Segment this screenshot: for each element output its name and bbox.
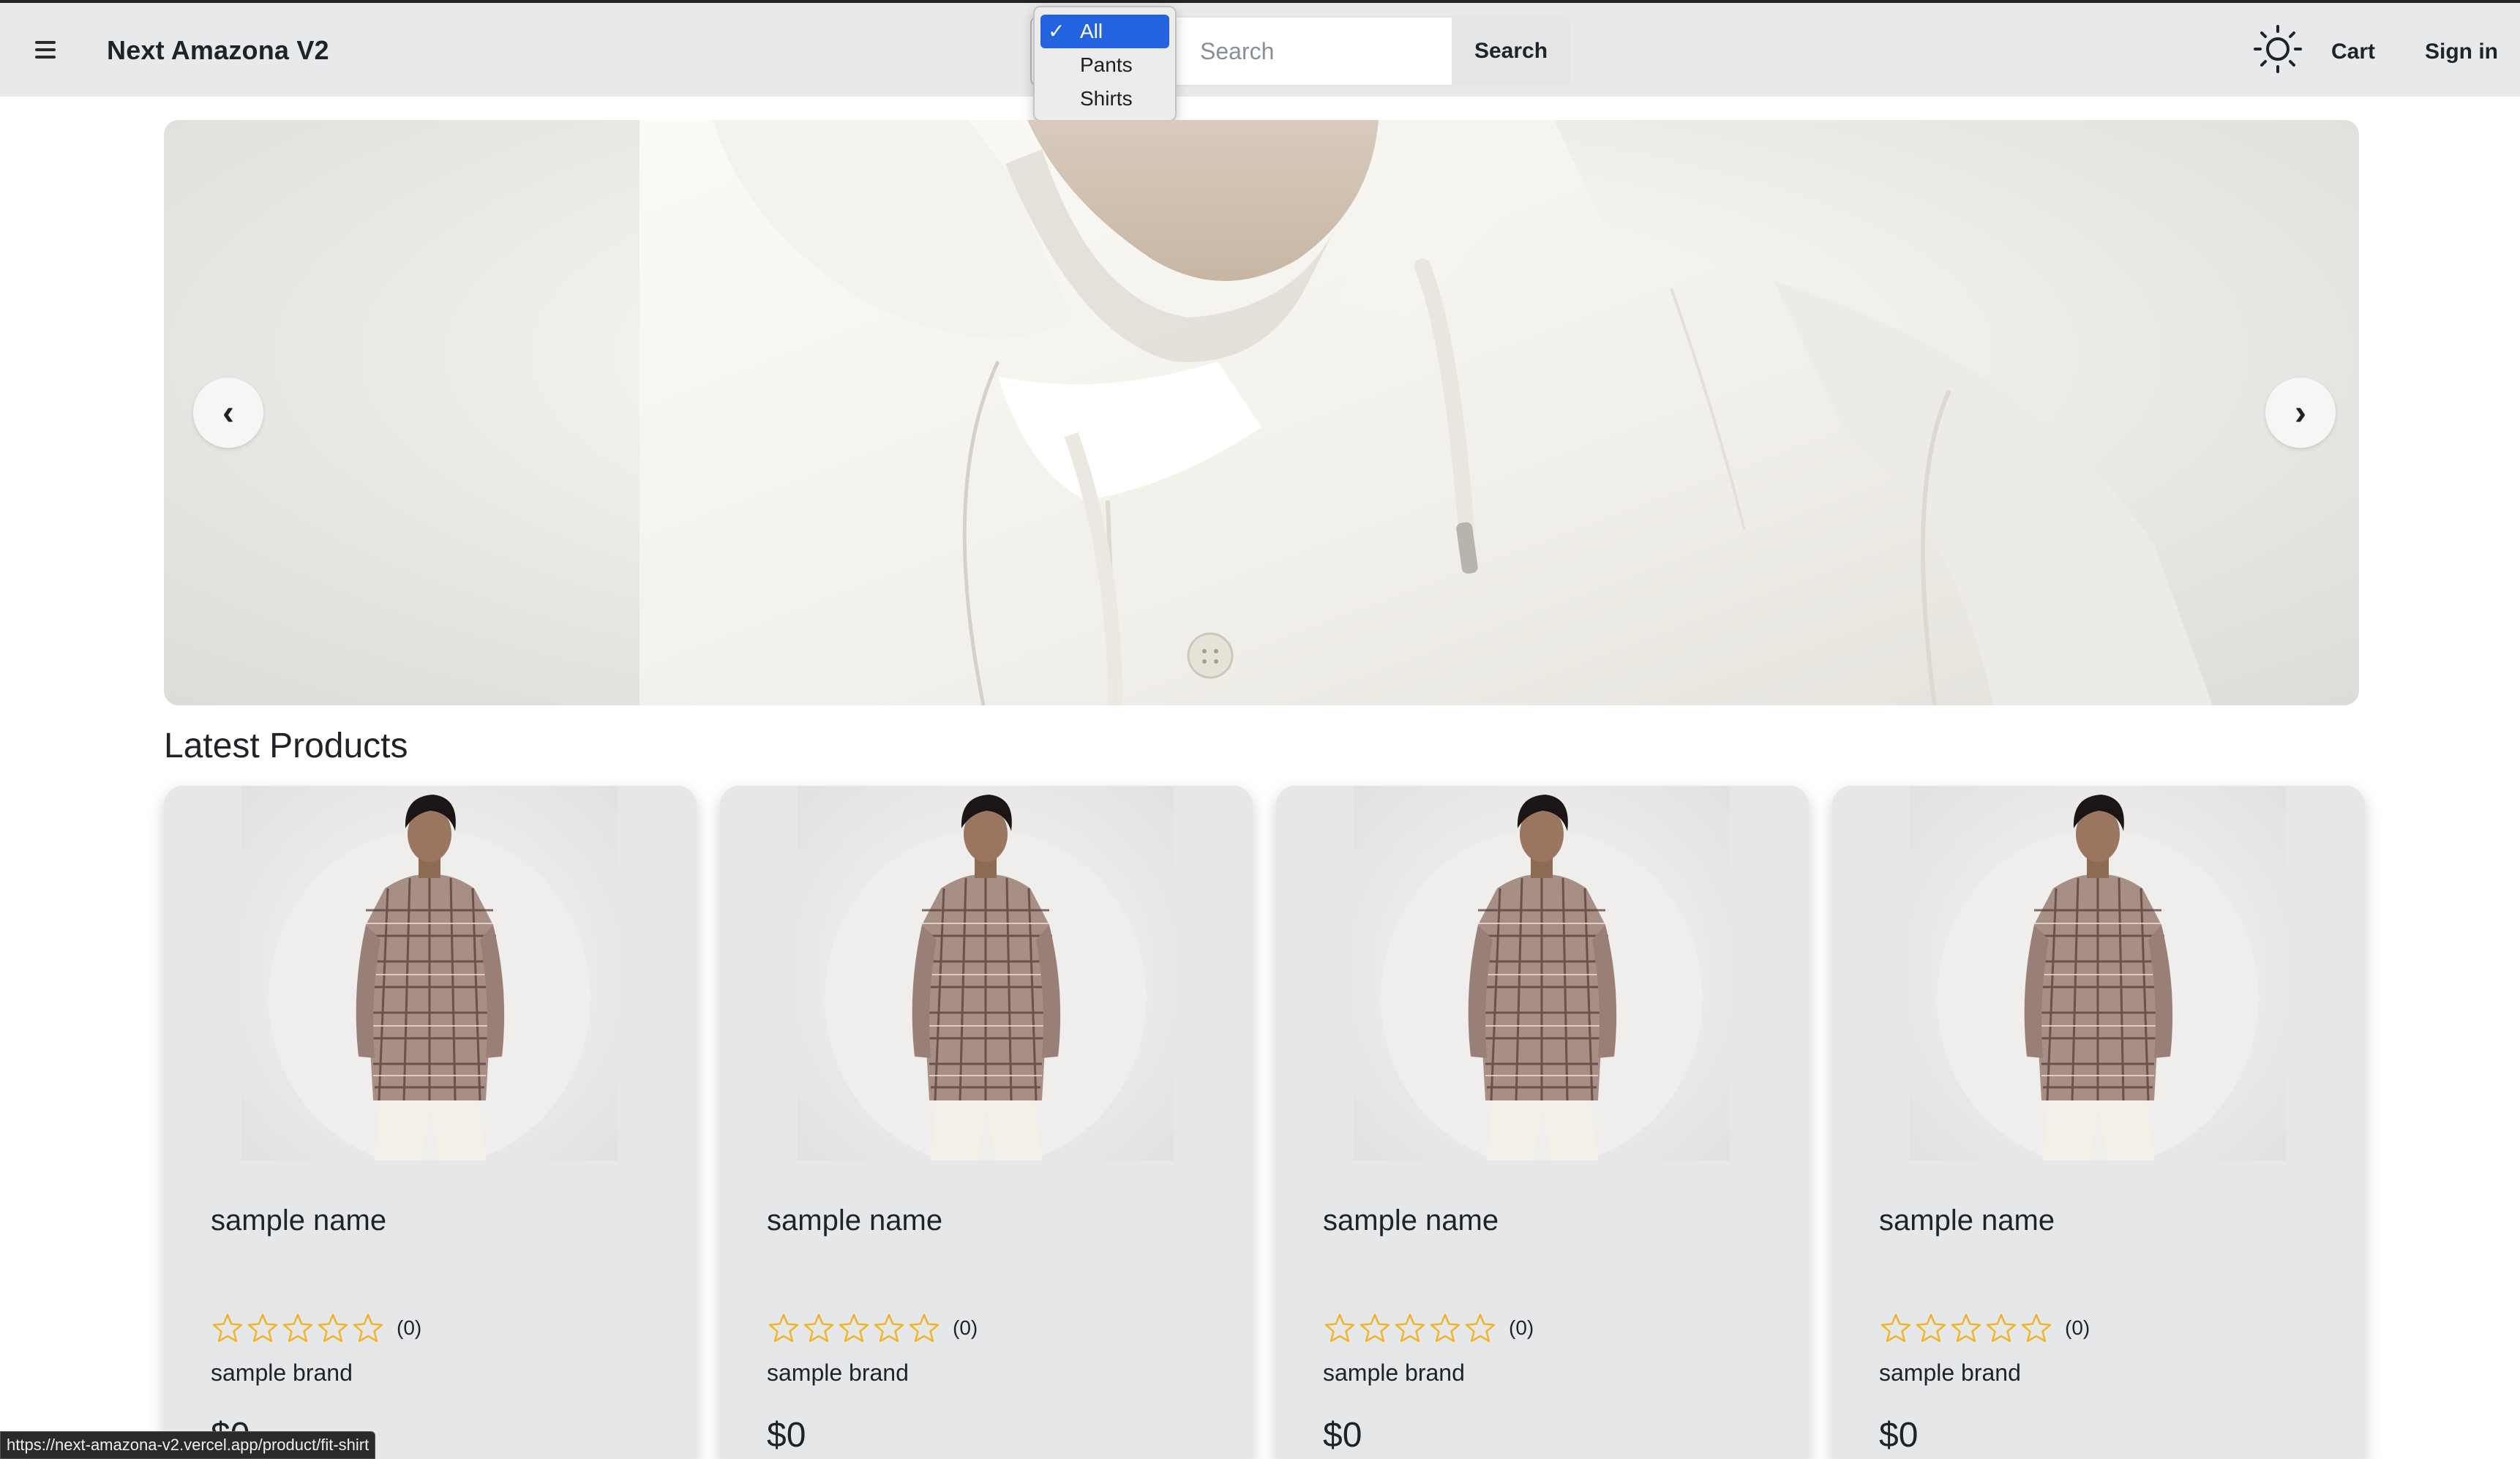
star-icon xyxy=(1951,1313,1981,1343)
product-price: $0 xyxy=(767,1416,806,1455)
star-icon xyxy=(212,1313,243,1343)
star-icon xyxy=(803,1313,834,1343)
star-icon xyxy=(247,1313,278,1343)
carousel-next-button[interactable]: › xyxy=(2265,378,2336,448)
product-rating: (0) xyxy=(211,1311,421,1345)
product-brand: sample brand xyxy=(211,1359,353,1386)
star-icon xyxy=(839,1313,869,1343)
star-icon xyxy=(2021,1313,2052,1343)
product-name[interactable]: sample name xyxy=(1323,1204,1499,1237)
product-card[interactable]: sample name (0) sample brand $0 xyxy=(1276,786,1809,1459)
rating-count: (0) xyxy=(397,1316,422,1339)
star-icon xyxy=(1916,1313,1946,1343)
star-icon xyxy=(1986,1313,2017,1343)
navbar: Next Amazona V2 Search Cart Sign in xyxy=(0,0,2520,97)
hero-image xyxy=(640,120,2213,705)
checkmark-icon: ✓ xyxy=(1048,20,1065,42)
star-icon xyxy=(318,1313,348,1343)
star-icon xyxy=(874,1313,904,1343)
star-icon xyxy=(1880,1313,1911,1343)
sun-icon[interactable] xyxy=(2252,23,2303,75)
product-name[interactable]: sample name xyxy=(1879,1204,2055,1237)
product-rating: (0) xyxy=(767,1311,978,1345)
product-brand: sample brand xyxy=(1879,1359,2021,1386)
hamburger-menu-icon[interactable] xyxy=(32,38,61,61)
product-rating: (0) xyxy=(1323,1311,1534,1345)
product-brand: sample brand xyxy=(1323,1359,1465,1386)
status-bar-url: https://next-amazona-v2.vercel.app/produ… xyxy=(0,1431,376,1459)
category-option-shirts[interactable]: Shirts xyxy=(1040,82,1169,116)
product-card[interactable]: sample name (0) sample brand $0 xyxy=(1832,786,2365,1459)
search-input[interactable] xyxy=(1177,16,1452,86)
category-option-label: All xyxy=(1080,20,1103,42)
product-image xyxy=(269,795,590,1166)
rating-count: (0) xyxy=(953,1316,978,1339)
star-icon xyxy=(909,1313,940,1343)
hero-carousel[interactable]: ‹ › xyxy=(164,120,2359,705)
category-option-label: Shirts xyxy=(1080,87,1133,110)
star-icon xyxy=(768,1313,799,1343)
product-photo[interactable] xyxy=(1354,786,1730,1166)
category-option-pants[interactable]: Pants xyxy=(1040,48,1169,82)
product-name[interactable]: sample name xyxy=(211,1204,386,1237)
product-image xyxy=(825,795,1147,1166)
star-icon xyxy=(282,1313,313,1343)
category-dropdown: ✓ All Pants Shirts xyxy=(1033,6,1177,121)
product-image xyxy=(1381,795,1703,1166)
category-option-label: Pants xyxy=(1080,53,1133,76)
product-brand: sample brand xyxy=(767,1359,909,1386)
product-photo[interactable] xyxy=(1910,786,2286,1166)
product-name[interactable]: sample name xyxy=(767,1204,942,1237)
product-photo[interactable] xyxy=(798,786,1174,1166)
star-icon xyxy=(1395,1313,1425,1343)
cart-link[interactable]: Cart xyxy=(2331,40,2375,64)
product-card[interactable]: sample name (0) sample brand $0 xyxy=(164,786,697,1459)
brand-title[interactable]: Next Amazona V2 xyxy=(107,35,329,66)
product-image xyxy=(1937,795,2259,1166)
search-button[interactable]: Search xyxy=(1452,16,1570,86)
sign-in-link[interactable]: Sign in xyxy=(2425,40,2498,64)
product-card[interactable]: sample name (0) sample brand $0 xyxy=(720,786,1253,1459)
rating-count: (0) xyxy=(1509,1316,1534,1339)
product-photo[interactable] xyxy=(241,786,618,1166)
carousel-prev-button[interactable]: ‹ xyxy=(193,378,263,448)
star-icon xyxy=(1430,1313,1460,1343)
product-price: $0 xyxy=(1323,1416,1362,1455)
star-icon xyxy=(353,1313,383,1343)
rating-count: (0) xyxy=(2065,1316,2090,1339)
product-rating: (0) xyxy=(1879,1311,2090,1345)
latest-products-heading: Latest Products xyxy=(164,727,408,765)
category-option-all[interactable]: ✓ All xyxy=(1040,15,1169,48)
star-icon xyxy=(1360,1313,1390,1343)
star-icon xyxy=(1324,1313,1355,1343)
product-price: $0 xyxy=(1879,1416,1919,1455)
star-icon xyxy=(1465,1313,1496,1343)
